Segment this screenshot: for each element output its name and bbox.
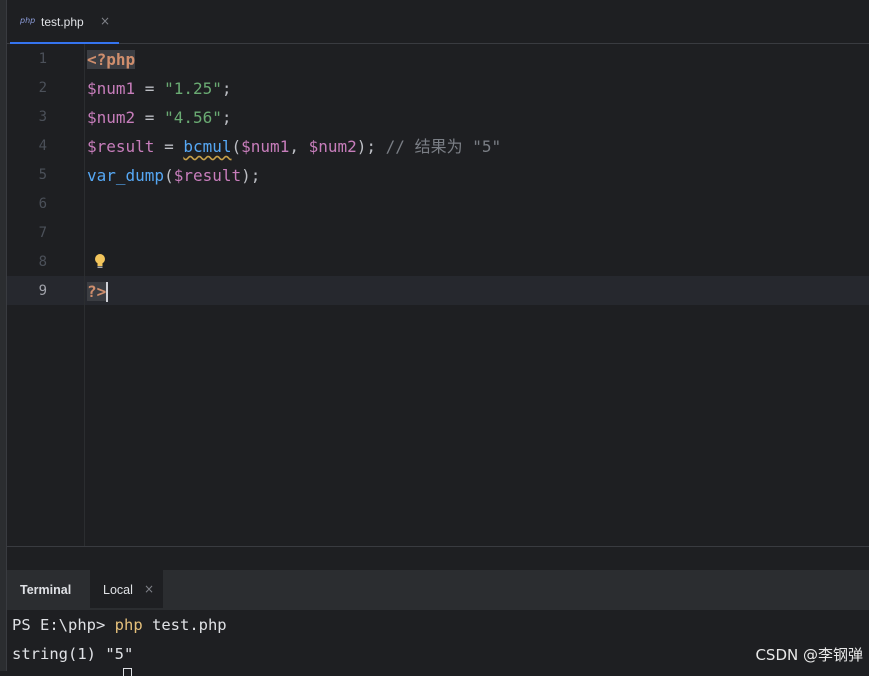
comma: ,: [289, 137, 309, 156]
tab-test-php[interactable]: php test.php ×: [10, 4, 119, 45]
line-number: 3: [38, 109, 47, 125]
comment: // 结果为 "5": [385, 137, 502, 156]
line-number: 2: [38, 80, 47, 96]
paren-close: );: [241, 166, 261, 185]
variable: $result: [87, 137, 155, 156]
semicolon: ;: [221, 108, 232, 127]
function-call-var-dump: var_dump: [87, 166, 165, 185]
watermark: CSDN @李钢弹: [755, 646, 863, 664]
close-icon[interactable]: ×: [144, 582, 154, 596]
variable: $num2: [87, 108, 136, 127]
function-call-bcmul[interactable]: bcmul: [183, 137, 231, 156]
close-icon[interactable]: ×: [100, 14, 110, 28]
argument: $result: [173, 166, 242, 185]
paren-close: );: [356, 137, 386, 156]
code-line-9[interactable]: ?>: [87, 282, 108, 302]
terminal-prompt: PS E:\php>: [12, 616, 115, 634]
operator: =: [135, 79, 165, 98]
variable: $num1: [87, 79, 136, 98]
terminal-args: test.php: [142, 616, 227, 634]
line-number: 6: [38, 196, 47, 212]
code-line-4[interactable]: $result = bcmul($num1, $num2); // 结果为 "5…: [87, 137, 501, 157]
line-number-current: 9: [38, 283, 47, 299]
line-number: 7: [38, 225, 47, 241]
terminal-title[interactable]: Terminal: [20, 583, 71, 597]
terminal-output[interactable]: PS E:\php> php test.php string(1) "5": [7, 610, 869, 676]
terminal-command: php: [114, 616, 143, 634]
terminal-cursor: [123, 668, 132, 676]
code-line-5[interactable]: var_dump($result);: [87, 166, 260, 186]
argument: $num1: [241, 137, 290, 156]
string-literal: "1.25": [164, 79, 222, 98]
line-number: 8: [38, 254, 47, 270]
terminal-header: Terminal Local ×: [7, 570, 869, 610]
code-line-3[interactable]: $num2 = "4.56";: [87, 108, 232, 128]
string-literal: "4.56": [164, 108, 222, 127]
line-number: 5: [38, 167, 47, 183]
code-line-2[interactable]: $num1 = "1.25";: [87, 79, 232, 99]
line-number-gutter: 1 2 3 4 5 6 7 8 9: [7, 44, 85, 546]
tab-label: test.php: [41, 15, 84, 29]
code-editor[interactable]: 1 2 3 4 5 6 7 8 9 <?php $num1 = "1.25"; …: [7, 44, 869, 546]
code-line-1[interactable]: <?php: [87, 50, 136, 70]
text-cursor: [106, 282, 108, 302]
paren-open: (: [164, 166, 174, 185]
editor-tab-bar: php test.php ×: [7, 0, 869, 45]
lightbulb-icon[interactable]: [93, 253, 107, 271]
terminal-output-line: string(1) "5": [12, 645, 134, 663]
left-tool-strip: [0, 0, 7, 671]
panel-divider[interactable]: [7, 546, 869, 570]
line-number: 1: [38, 51, 47, 67]
paren-open: (: [231, 137, 242, 156]
php-close-tag: ?>: [87, 282, 107, 301]
php-file-icon: php: [20, 16, 36, 25]
terminal-tab-label: Local: [103, 583, 133, 597]
line-number: 4: [38, 138, 47, 154]
terminal-command-line: PS E:\php> php test.php: [12, 616, 227, 634]
argument: $num2: [308, 137, 357, 156]
semicolon: ;: [221, 79, 232, 98]
current-line-highlight: [7, 276, 869, 305]
operator: =: [154, 137, 184, 156]
terminal-tab-local[interactable]: Local ×: [90, 570, 163, 608]
php-open-tag: <?php: [87, 50, 136, 69]
operator: =: [135, 108, 165, 127]
